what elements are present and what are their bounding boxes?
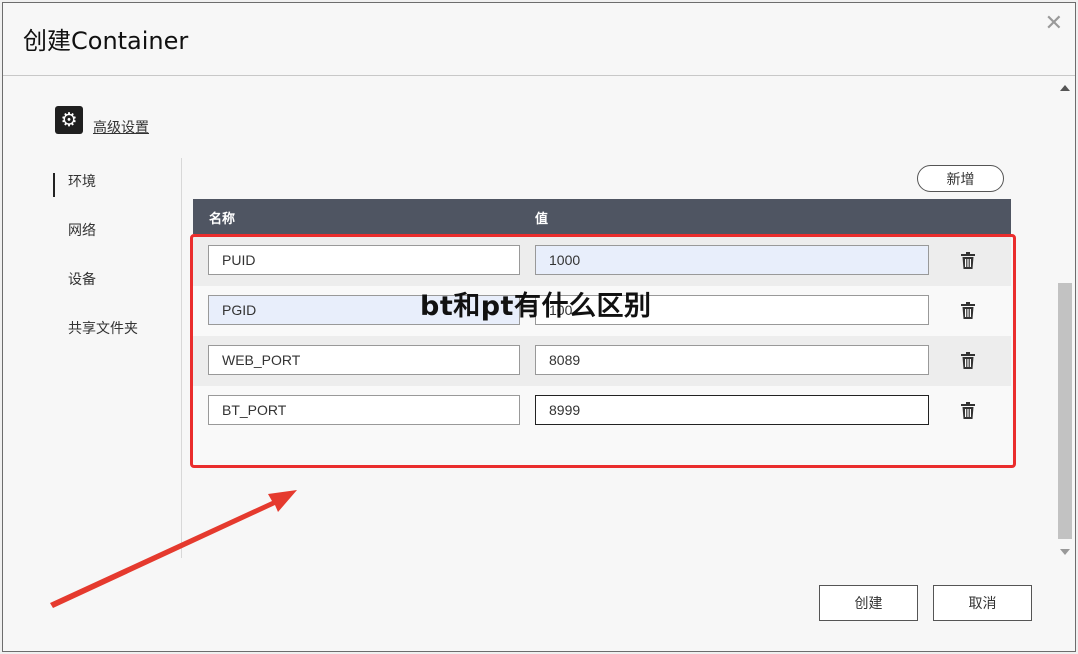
column-header-name: 名称 bbox=[209, 212, 236, 227]
create-button[interactable]: 创建 bbox=[819, 585, 918, 621]
table-row: BT_PORT 8999 bbox=[193, 386, 1011, 436]
add-variable-button[interactable]: 新增 bbox=[917, 165, 1004, 192]
env-value-input[interactable]: 1000 bbox=[535, 245, 929, 275]
close-icon[interactable]: ✕ bbox=[1045, 11, 1063, 36]
scroll-up-icon[interactable] bbox=[1060, 85, 1070, 91]
scrollbar-thumb[interactable] bbox=[1058, 283, 1072, 539]
delete-icon[interactable] bbox=[961, 302, 975, 319]
table-row: PUID 1000 bbox=[193, 236, 1011, 286]
env-value-input[interactable]: 8999 bbox=[535, 395, 929, 425]
table-row: WEB_PORT 8089 bbox=[193, 336, 1011, 386]
create-container-dialog: 创建Container ✕ ⚙ 高级设置 环境 网络 设备 共享文件夹 新增 名… bbox=[2, 2, 1076, 652]
advanced-settings: ⚙ 高级设置 bbox=[55, 103, 149, 137]
sidebar-item-shared-folders[interactable]: 共享文件夹 bbox=[53, 318, 173, 367]
dialog-title: 创建Container bbox=[23, 27, 189, 55]
sidebar-divider bbox=[181, 158, 182, 558]
header-divider bbox=[3, 75, 1075, 76]
env-name-input[interactable]: PUID bbox=[208, 245, 520, 275]
sidebar-item-label: 设备 bbox=[68, 272, 96, 288]
delete-icon[interactable] bbox=[961, 352, 975, 369]
advanced-settings-link[interactable]: 高级设置 bbox=[93, 117, 149, 137]
env-table-header: 名称 值 bbox=[193, 199, 1011, 234]
settings-sidebar: 环境 网络 设备 共享文件夹 bbox=[53, 171, 173, 367]
env-name-input[interactable]: BT_PORT bbox=[208, 395, 520, 425]
sidebar-item-devices[interactable]: 设备 bbox=[53, 269, 173, 318]
env-value-input[interactable]: 8089 bbox=[535, 345, 929, 375]
cancel-button[interactable]: 取消 bbox=[933, 585, 1032, 621]
column-header-value: 值 bbox=[535, 212, 549, 227]
sidebar-item-network[interactable]: 网络 bbox=[53, 220, 173, 269]
sidebar-item-label: 网络 bbox=[68, 223, 96, 239]
overlay-caption: bt和pt有什么区别 bbox=[420, 291, 652, 322]
env-name-input[interactable]: WEB_PORT bbox=[208, 345, 520, 375]
delete-icon[interactable] bbox=[961, 402, 975, 419]
table-row-empty bbox=[193, 436, 1011, 466]
sidebar-item-label: 环境 bbox=[68, 174, 96, 190]
sidebar-item-environment[interactable]: 环境 bbox=[53, 171, 173, 220]
delete-icon[interactable] bbox=[961, 252, 975, 269]
sidebar-item-label: 共享文件夹 bbox=[68, 321, 138, 337]
scroll-down-icon[interactable] bbox=[1060, 549, 1070, 555]
gear-icon: ⚙ bbox=[55, 106, 83, 134]
scrollbar[interactable] bbox=[1057, 81, 1073, 559]
